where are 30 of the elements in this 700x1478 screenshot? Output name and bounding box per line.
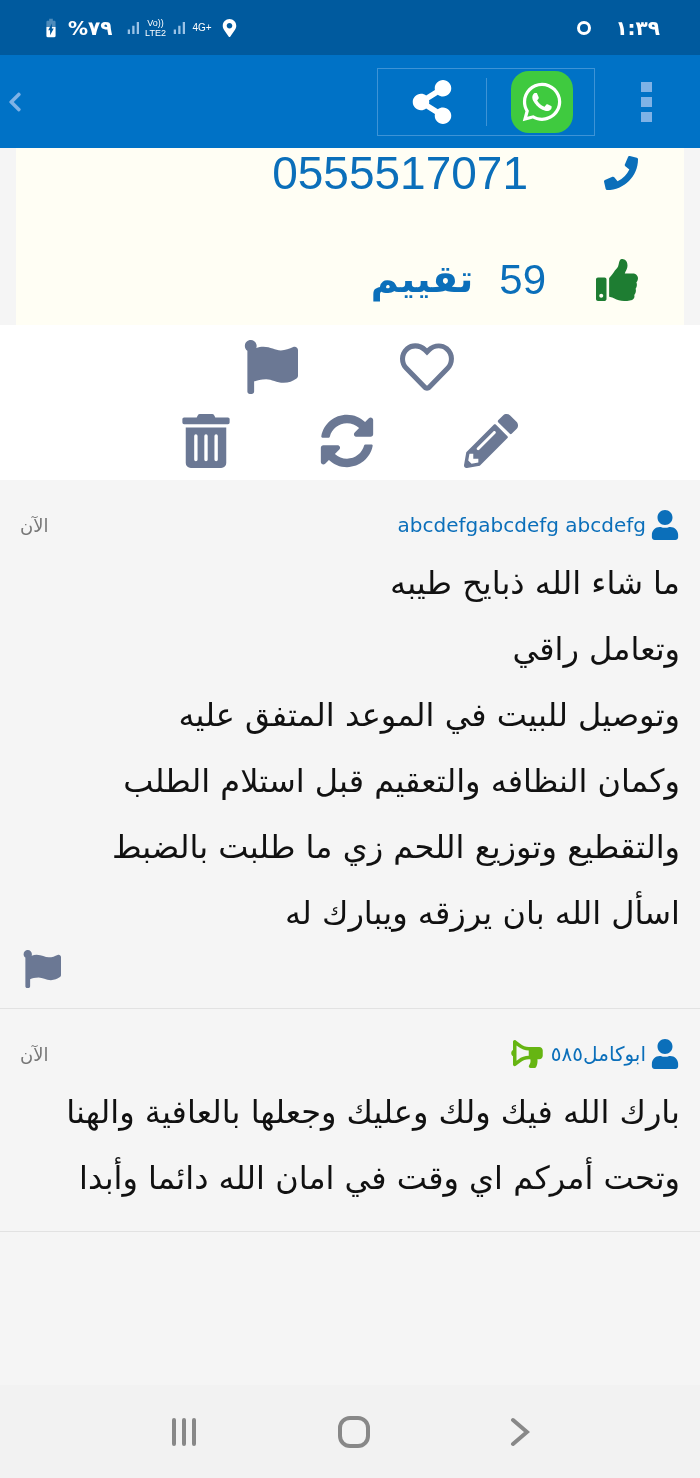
comment-author[interactable]: abcdefgabcdefg abcdefg — [397, 510, 646, 540]
phone-icon[interactable] — [604, 156, 638, 190]
comment-text: ما شاء الله ذبايح طيبه وتعامل راقي وتوصيل للبيت في الموعد المتفق عليه وكمان النظافه والتعقيم قبل استلام الطلب والتقطيع وتوزيع اللحم زي ما طلبت بالضبط اسأل الله بان يرزقه ويبارك له — [110, 563, 680, 934]
delete-button[interactable] — [182, 414, 230, 468]
report-button[interactable] — [242, 340, 300, 394]
clock: ١:٣٩ — [615, 14, 660, 42]
network-label: Vo)) LTE2 — [144, 17, 167, 38]
user-icon — [650, 1039, 680, 1069]
location-icon — [221, 18, 237, 37]
back-icon[interactable] — [510, 1416, 530, 1447]
notification-icon — [577, 20, 592, 35]
phone-number[interactable]: 0555517071 — [272, 150, 528, 196]
rating-count: 59 — [499, 255, 546, 305]
menu-button[interactable] — [641, 81, 652, 122]
recent-apps-icon[interactable] — [170, 1416, 198, 1447]
comment-time: الآن — [20, 513, 49, 538]
comment-author[interactable]: ابوكامل٥٨٥ — [550, 1039, 646, 1069]
whatsapp-button[interactable] — [511, 70, 573, 133]
comment-time: الآن — [20, 1042, 49, 1067]
edit-button[interactable] — [464, 414, 518, 468]
home-icon[interactable] — [338, 1415, 370, 1448]
comment-text: بارك الله فيك ولك وعليك وجعلها بالعافية والهنا وتحت أمركم اي وقت في امان الله دائما وأبدا — [65, 1092, 680, 1199]
thumbs-up-icon — [596, 258, 638, 301]
refresh-button[interactable] — [320, 414, 374, 468]
back-icon[interactable] — [8, 89, 22, 114]
data-label: 4G+ — [192, 21, 212, 35]
user-icon — [650, 510, 680, 540]
share-icon[interactable] — [410, 79, 454, 124]
rating-label: تقييم — [370, 256, 474, 304]
battery-level: %٧٩ — [68, 14, 113, 42]
